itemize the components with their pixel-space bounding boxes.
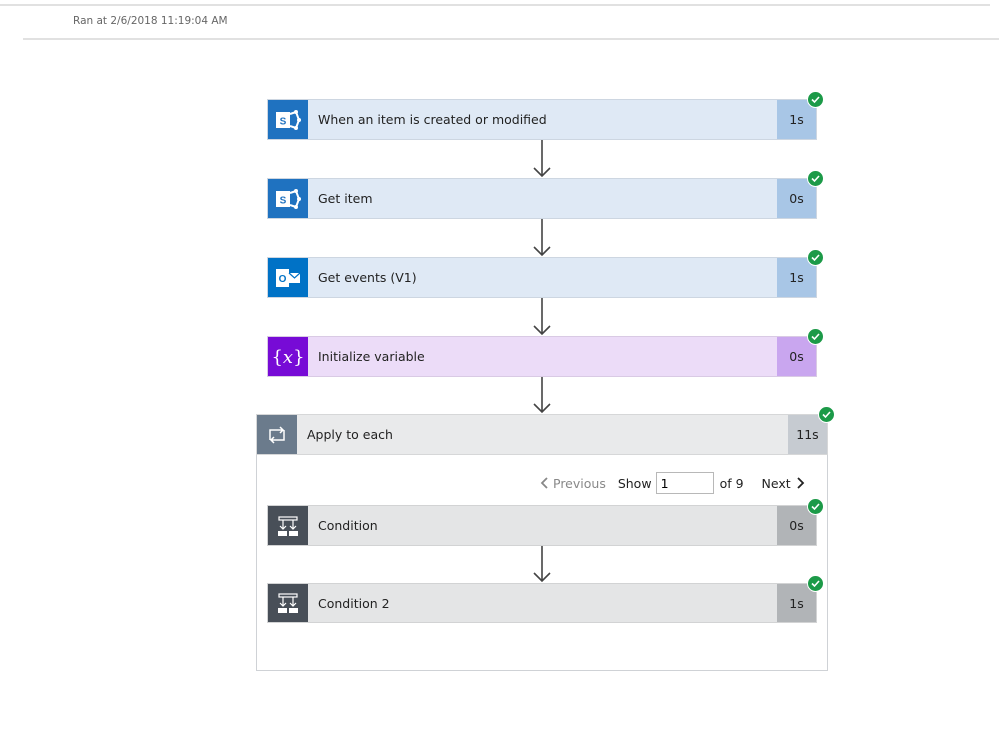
step-card-condition[interactable]: Condition 0s [267,505,817,546]
success-check-icon [807,170,824,187]
step-card-condition-2[interactable]: Condition 2 1s [267,583,817,623]
success-check-icon [818,406,835,423]
success-check-icon [807,498,824,515]
step-card-initialize-variable[interactable]: {x} Initialize variable 0s [267,336,817,377]
outlook-icon: O [268,258,308,297]
step-title: Get events (V1) [318,270,417,285]
step-title: Condition [318,518,378,533]
svg-text:{x}: {x} [273,347,303,368]
flow-arrow [533,298,551,336]
step-title: Apply to each [307,427,393,442]
next-button[interactable]: Next [762,476,805,491]
step-title: Get item [318,191,373,206]
condition-icon [268,584,308,622]
iteration-pager: Previous Show of 9 Next [540,470,805,496]
flow-arrow [533,546,551,583]
show-label: Show [617,475,652,491]
iteration-input[interactable] [655,472,714,494]
run-timestamp: Ran at 2/6/2018 11:19:04 AM [73,15,228,27]
flow-arrow [533,377,551,414]
step-card-get-events[interactable]: O Get events (V1) 1s [267,257,817,298]
success-check-icon [807,91,824,108]
success-check-icon [807,575,824,592]
step-title: When an item is created or modified [318,112,547,127]
flow-arrow [533,140,551,178]
svg-text:O: O [279,274,287,285]
sharepoint-icon: S [268,100,308,139]
step-title: Condition 2 [318,595,390,611]
svg-text:S: S [280,116,287,127]
variable-icon: {x} [268,337,308,376]
step-card-trigger[interactable]: S When an item is created or modified 1s [267,99,817,140]
chevron-right-icon [797,477,804,489]
loop-icon [257,415,297,454]
step-card-get-item[interactable]: S Get item 0s [267,178,817,219]
step-title: Initialize variable [318,349,425,364]
success-check-icon [807,328,824,345]
condition-icon [268,506,308,545]
flow-arrow [533,219,551,257]
top-divider [0,4,990,6]
previous-button[interactable]: Previous [540,476,606,491]
success-check-icon [807,249,824,266]
header-divider [23,38,999,40]
sharepoint-icon: S [268,179,308,218]
chevron-left-icon [540,477,548,489]
iteration-total: of 9 [719,475,744,491]
svg-text:S: S [280,195,287,206]
apply-to-each-header[interactable]: Apply to each 11s [256,414,828,455]
